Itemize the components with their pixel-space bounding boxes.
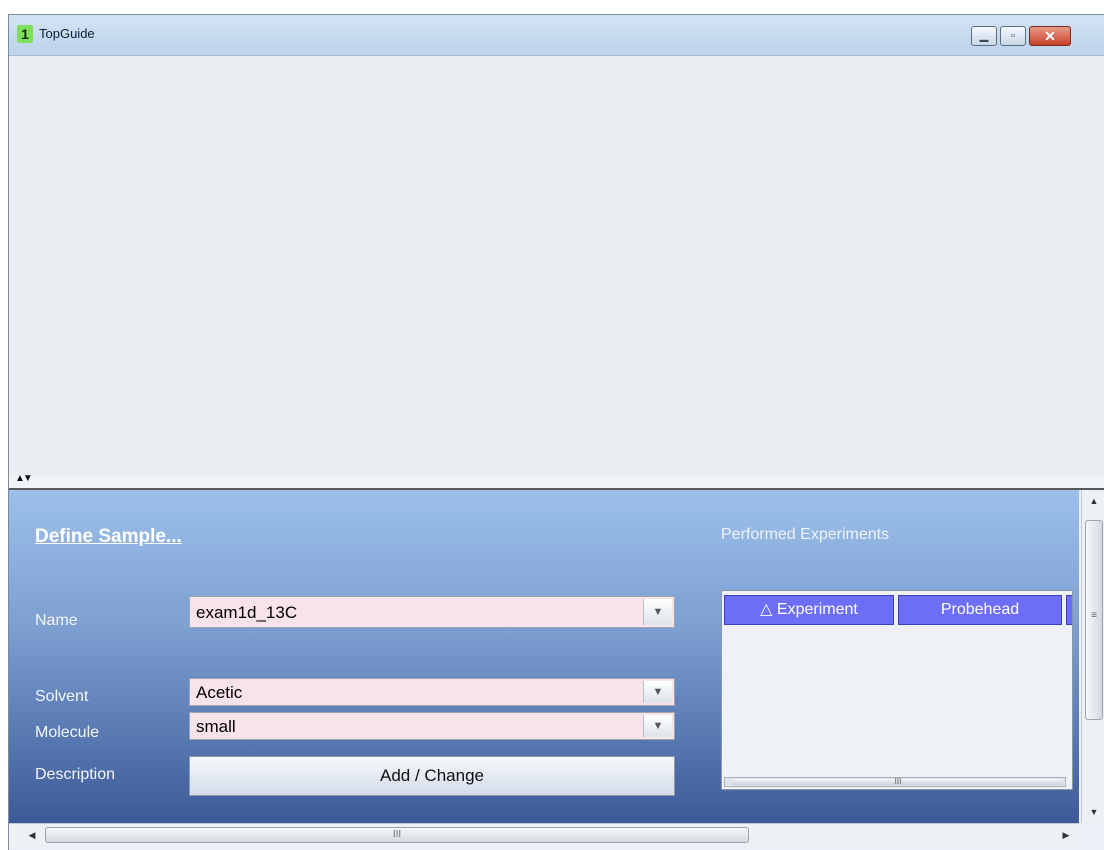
column-header-probehead[interactable]: Probehead xyxy=(898,595,1062,625)
split-divider[interactable]: ▲▼ xyxy=(9,473,1104,490)
chevron-down-icon[interactable]: ▼ xyxy=(643,715,672,737)
maximize-icon: ▫ xyxy=(1011,30,1015,42)
name-combobox[interactable]: exam1d_13C ▼ xyxy=(189,596,675,628)
molecule-value[interactable]: small xyxy=(196,717,236,737)
define-sample-link[interactable]: Define Sample... xyxy=(35,526,182,548)
title-bar[interactable]: 1 TopGuide ▁ ▫ ✕ xyxy=(9,15,1104,56)
chevron-down-icon[interactable]: ▼ xyxy=(643,599,672,625)
vertical-scroll-thumb[interactable]: ≡ xyxy=(1085,520,1103,720)
molecule-label: Molecule xyxy=(35,724,100,741)
sample-panel: Define Sample... Performed Experiments N… xyxy=(9,490,1079,823)
chevron-down-icon[interactable]: ▼ xyxy=(643,681,672,703)
experiments-table[interactable]: △ Experiment Probehead III xyxy=(721,590,1073,790)
performed-experiments-title: Performed Experiments xyxy=(721,526,890,543)
add-change-button[interactable]: Add / Change xyxy=(189,756,675,796)
topguide-window: 1 TopGuide ▁ ▫ ✕ ▲▼ Define Sample... Per… xyxy=(8,14,1104,850)
table-scroll-thumb[interactable]: III xyxy=(733,778,1063,786)
close-button[interactable]: ✕ xyxy=(1029,26,1071,46)
horizontal-scroll-thumb[interactable]: III xyxy=(45,827,749,843)
maximize-button[interactable]: ▫ xyxy=(1000,26,1026,46)
solvent-value[interactable]: Acetic xyxy=(196,683,242,703)
close-icon: ✕ xyxy=(1044,28,1056,44)
minimize-icon: ▁ xyxy=(979,30,989,42)
table-horizontal-scrollbar[interactable]: III xyxy=(724,777,1066,787)
description-label: Description xyxy=(35,766,116,783)
name-value[interactable]: exam1d_13C xyxy=(196,603,297,623)
scroll-down-icon[interactable]: ▼ xyxy=(1082,803,1104,821)
vertical-scrollbar[interactable]: ▲ ≡ ▼ xyxy=(1081,490,1104,823)
solvent-combobox[interactable]: Acetic ▼ xyxy=(189,678,675,706)
molecule-combobox[interactable]: small ▼ xyxy=(189,712,675,740)
window-title: TopGuide xyxy=(39,26,95,41)
scroll-up-icon[interactable]: ▲ xyxy=(1082,492,1104,510)
solvent-label: Solvent xyxy=(35,688,89,705)
scroll-left-icon[interactable]: ◀ xyxy=(23,826,41,844)
name-label: Name xyxy=(35,612,78,629)
upper-pane xyxy=(9,56,1104,476)
column-header-experiment[interactable]: △ Experiment xyxy=(724,595,894,625)
app-badge: 1 xyxy=(17,25,33,43)
horizontal-scrollbar[interactable]: ◀ III ▶ xyxy=(9,823,1079,846)
minimize-button[interactable]: ▁ xyxy=(971,26,997,46)
scroll-right-icon[interactable]: ▶ xyxy=(1057,826,1075,844)
split-arrows-icon[interactable]: ▲▼ xyxy=(15,473,33,484)
column-header-more[interactable] xyxy=(1066,595,1072,625)
